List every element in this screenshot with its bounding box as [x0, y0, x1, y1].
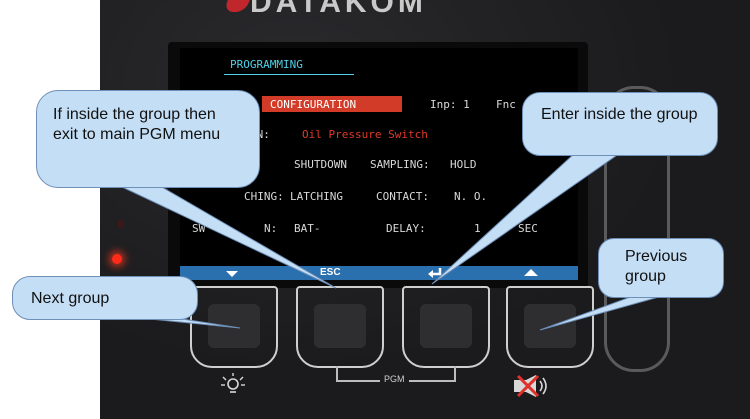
callout-tails [119, 152, 667, 331]
controller-photo: DATAKOM PROGRAMMING CONFIGURATION Inp: 1… [0, 0, 750, 419]
callout-previous-group: Previous group [598, 238, 724, 298]
callout-exit-group: If inside the group then exit to main PG… [36, 90, 260, 188]
callout-enter-group: Enter inside the group [522, 92, 718, 156]
callout-next-group: Next group [12, 276, 198, 320]
